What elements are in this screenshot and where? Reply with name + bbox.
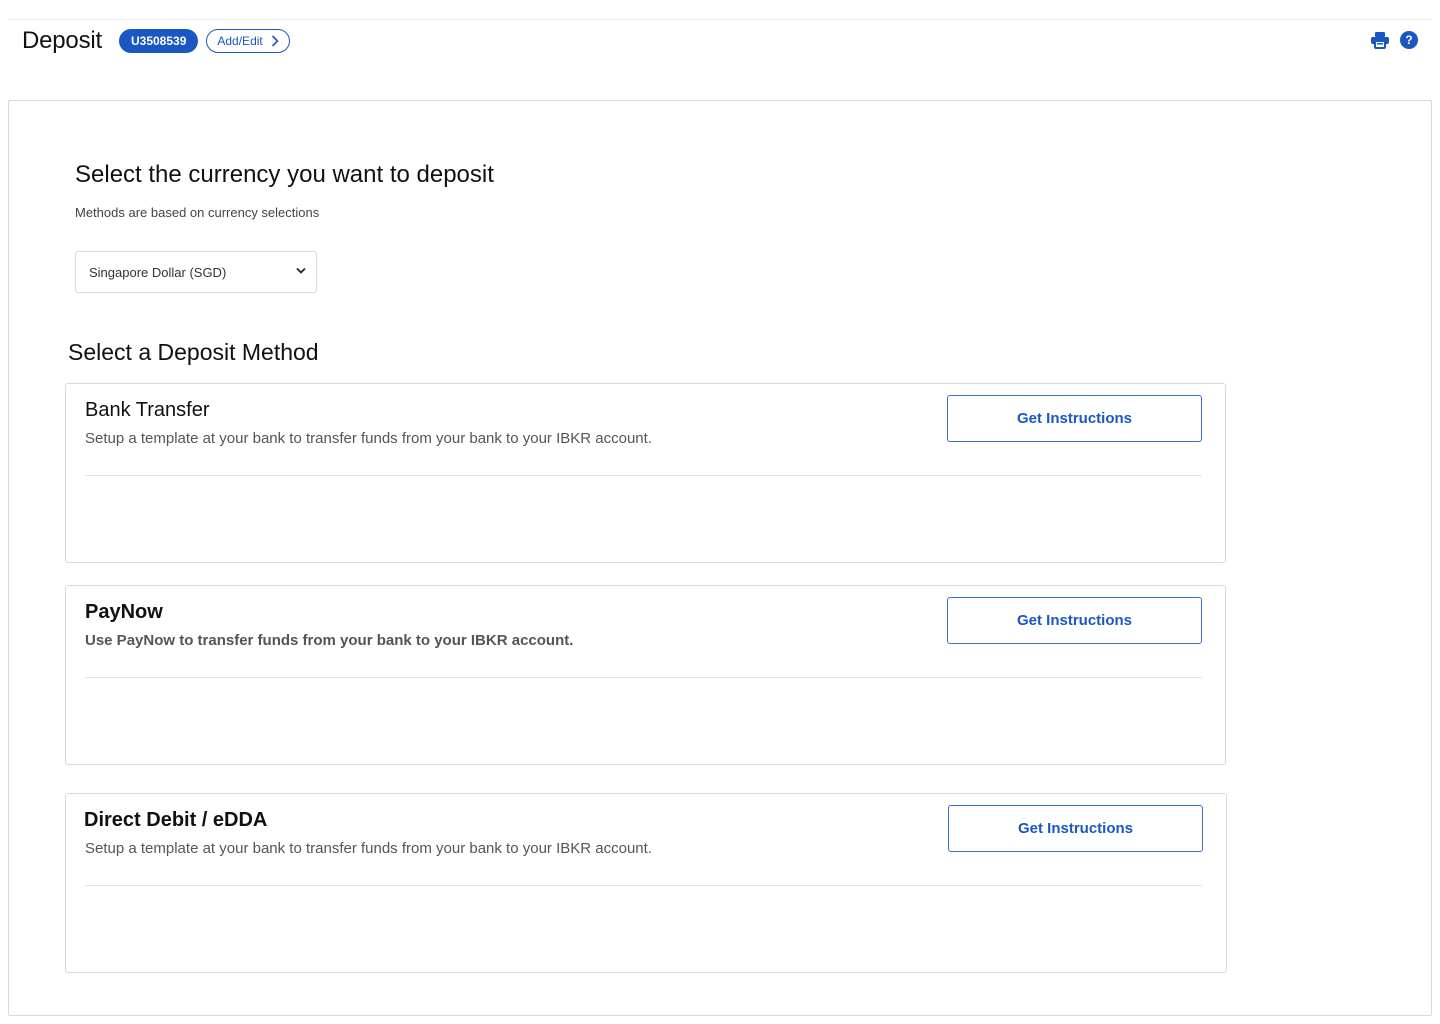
- method-description: Use PayNow to transfer funds from your b…: [85, 632, 574, 649]
- method-title: PayNow: [85, 601, 163, 623]
- printer-icon[interactable]: [1370, 30, 1390, 50]
- top-divider: [8, 19, 1432, 20]
- deposit-method-heading: Select a Deposit Method: [68, 339, 319, 365]
- page-title: Deposit: [22, 27, 102, 54]
- method-description: Setup a template at your bank to transfe…: [85, 840, 652, 857]
- method-title: Bank Transfer: [85, 399, 210, 421]
- currency-subtext: Methods are based on currency selections: [75, 205, 320, 220]
- help-icon[interactable]: ?: [1399, 30, 1419, 50]
- currency-selected-value: Singapore Dollar (SGD): [89, 264, 227, 280]
- method-description: Setup a template at your bank to transfe…: [85, 430, 652, 447]
- get-instructions-button[interactable]: Get Instructions: [948, 805, 1203, 852]
- add-edit-label: Add/Edit: [217, 34, 263, 48]
- help-glyph: ?: [1400, 31, 1418, 49]
- get-instructions-button[interactable]: Get Instructions: [947, 395, 1202, 442]
- card-divider: [85, 885, 1202, 886]
- chevron-down-icon: [296, 267, 306, 274]
- card-divider: [85, 677, 1202, 678]
- currency-heading: Select the currency you want to deposit: [75, 161, 494, 188]
- get-instructions-button[interactable]: Get Instructions: [947, 597, 1202, 644]
- account-badge[interactable]: U3508539: [118, 29, 199, 53]
- header-actions: ?: [1370, 30, 1419, 50]
- page-header: Deposit U3508539 Add/Edit: [22, 24, 290, 58]
- method-title: Direct Debit / eDDA: [84, 809, 268, 831]
- currency-select[interactable]: Singapore Dollar (SGD): [75, 251, 317, 293]
- method-card-bank-transfer: Bank Transfer Setup a template at your b…: [65, 383, 1226, 563]
- method-card-paynow: PayNow Use PayNow to transfer funds from…: [65, 585, 1226, 765]
- add-edit-button[interactable]: Add/Edit: [206, 29, 290, 53]
- chevron-right-icon: [271, 35, 279, 47]
- method-card-direct-debit: Direct Debit / eDDA Setup a template at …: [65, 793, 1227, 973]
- deposit-panel: Select the currency you want to deposit …: [8, 100, 1432, 1016]
- card-divider: [85, 475, 1202, 476]
